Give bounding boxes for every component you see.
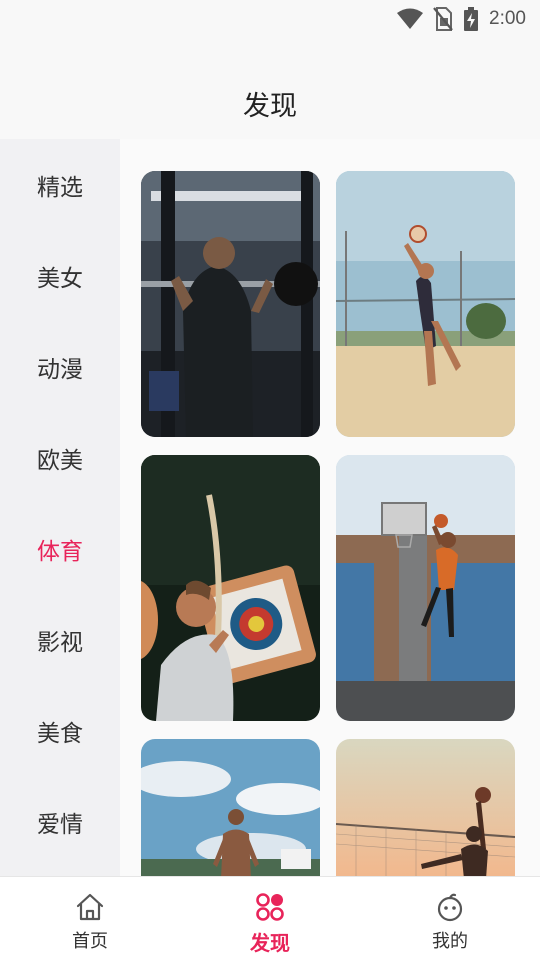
home-icon: [76, 893, 104, 921]
shirtless-athlete-photo: [141, 739, 320, 876]
sidebar-item-meinv[interactable]: 美女: [0, 246, 120, 306]
sidebar-item-dongman[interactable]: 动漫: [0, 337, 120, 397]
image-grid: [120, 139, 540, 876]
wallpaper-card-archery[interactable]: [141, 455, 320, 721]
profile-icon: [437, 893, 463, 922]
weightlifting-photo: [141, 171, 320, 437]
nav-item-profile[interactable]: 我的: [360, 877, 540, 960]
discover-icon: [256, 893, 284, 921]
beach-volleyball-sunset-photo: [336, 739, 515, 876]
wifi-icon: [397, 8, 424, 30]
sidebar-item-label: 精选: [37, 175, 83, 201]
sidebar-item-label: 影视: [37, 630, 83, 656]
nav-item-discover[interactable]: 发现: [180, 877, 360, 960]
wallpaper-card-athlete[interactable]: [141, 739, 320, 876]
basketball-photo: [336, 455, 515, 721]
nav-label-home: 首页: [72, 931, 108, 952]
sidebar-item-label: 体育: [37, 539, 83, 565]
bottom-nav: 首页 发现 我的: [0, 876, 540, 960]
page-title: 发现: [243, 91, 297, 122]
sidebar-item-jingxuan[interactable]: 精选: [0, 155, 120, 215]
wallpaper-card-volleyball[interactable]: [336, 171, 515, 437]
status-bar: 2:00: [0, 0, 540, 38]
sidebar-item-label: 欧美: [37, 448, 83, 474]
nav-label-discover: 发现: [250, 931, 290, 955]
wallpaper-card-basketball[interactable]: [336, 455, 515, 721]
nav-label-profile: 我的: [432, 931, 468, 952]
status-time: 2:00: [489, 8, 526, 29]
sidebar-item-label: 美食: [37, 721, 83, 747]
sidebar-item-label: 美女: [37, 266, 83, 292]
nav-item-home[interactable]: 首页: [0, 877, 180, 960]
volleyball-photo: [336, 171, 515, 437]
sidebar-item-yingshi[interactable]: 影视: [0, 610, 120, 670]
wallpaper-card-weightlifting[interactable]: [141, 171, 320, 437]
sidebar-item-label: 动漫: [37, 357, 83, 383]
wallpaper-card-sunset-volleyball[interactable]: [336, 739, 515, 876]
sidebar-item-meishi[interactable]: 美食: [0, 701, 120, 761]
sidebar-item-oumei[interactable]: 欧美: [0, 428, 120, 488]
archery-photo: [141, 455, 320, 721]
sidebar-item-aiqing[interactable]: 爱情: [0, 792, 120, 852]
sidebar-item-tiyu[interactable]: 体育: [0, 519, 120, 579]
battery-charging-icon: [463, 7, 479, 31]
sidebar-item-label: 爱情: [37, 812, 83, 838]
no-sim-icon: [433, 7, 453, 31]
category-sidebar: 精选 美女 动漫 欧美 体育 影视 美食 爱情: [0, 139, 120, 876]
